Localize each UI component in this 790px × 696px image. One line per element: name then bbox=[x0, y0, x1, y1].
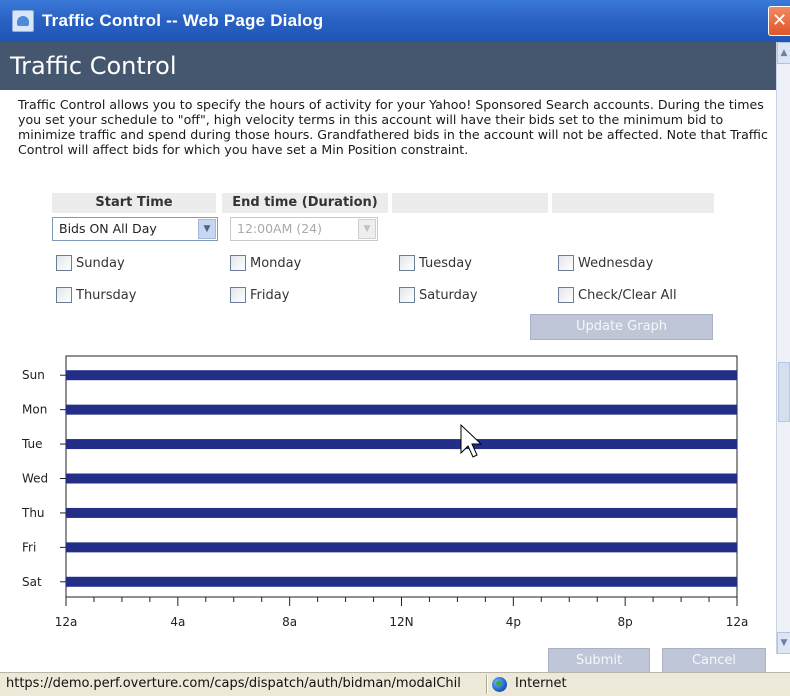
checkbox-friday[interactable]: Friday bbox=[230, 287, 289, 303]
y-tick-label: Fri bbox=[22, 540, 36, 554]
start-time-value: Bids ON All Day bbox=[59, 221, 157, 236]
checkbox-box[interactable] bbox=[230, 255, 246, 271]
chevron-down-icon: ▼ bbox=[358, 219, 376, 239]
scroll-down-icon[interactable]: ▼ bbox=[777, 632, 790, 654]
ie-page-icon bbox=[12, 10, 34, 32]
checkbox-box[interactable] bbox=[399, 287, 415, 303]
checkbox-box[interactable] bbox=[558, 287, 574, 303]
cancel-button[interactable]: Cancel bbox=[662, 648, 766, 674]
bar-sat bbox=[66, 576, 737, 587]
checkbox-box[interactable] bbox=[56, 255, 72, 271]
checkbox-box[interactable] bbox=[558, 255, 574, 271]
close-icon[interactable]: ✕ bbox=[768, 6, 790, 36]
bar-tue bbox=[66, 439, 737, 450]
checkbox-tuesday[interactable]: Tuesday bbox=[399, 255, 472, 271]
bar-thu bbox=[66, 507, 737, 518]
end-time-select: 12:00AM (24) ▼ bbox=[230, 217, 378, 241]
x-tick-label: 8a bbox=[282, 615, 297, 629]
scroll-thumb[interactable] bbox=[778, 362, 790, 422]
start-time-header: Start Time bbox=[52, 193, 216, 213]
y-tick-label: Wed bbox=[22, 472, 48, 486]
empty-header-3 bbox=[392, 193, 548, 213]
x-tick-label: 12N bbox=[389, 615, 413, 629]
checkbox-check-clear-all[interactable]: Check/Clear All bbox=[558, 287, 677, 303]
checkbox-sunday[interactable]: Sunday bbox=[56, 255, 125, 271]
security-zone: Internet bbox=[492, 673, 567, 695]
x-tick-label: 4p bbox=[506, 615, 521, 629]
checkbox-thursday[interactable]: Thursday bbox=[56, 287, 136, 303]
update-graph-button[interactable]: Update Graph bbox=[530, 314, 713, 340]
x-tick-label: 8p bbox=[618, 615, 633, 629]
window-title: Traffic Control -- Web Page Dialog bbox=[42, 11, 324, 30]
checkbox-label-monday: Monday bbox=[250, 255, 302, 271]
globe-icon bbox=[492, 676, 507, 692]
y-tick-label: Sun bbox=[22, 368, 45, 382]
status-url: https://demo.perf.overture.com/caps/disp… bbox=[6, 676, 461, 691]
checkbox-label-thursday: Thursday bbox=[76, 287, 137, 303]
checkbox-label-friday: Friday bbox=[250, 287, 290, 303]
checkbox-label-wednesday: Wednesday bbox=[578, 255, 654, 271]
checkbox-box[interactable] bbox=[399, 255, 415, 271]
checkbox-monday[interactable]: Monday bbox=[230, 255, 301, 271]
status-bar: https://demo.perf.overture.com/caps/disp… bbox=[0, 672, 790, 696]
checkbox-box[interactable] bbox=[230, 287, 246, 303]
checkbox-box[interactable] bbox=[56, 287, 72, 303]
scroll-up-icon[interactable]: ▲ bbox=[777, 42, 790, 64]
bar-sun bbox=[66, 370, 737, 381]
end-time-header: End time (Duration) bbox=[222, 193, 388, 213]
end-time-value: 12:00AM (24) bbox=[237, 221, 322, 236]
x-tick-label: 4a bbox=[170, 615, 185, 629]
checkbox-saturday[interactable]: Saturday bbox=[399, 287, 478, 303]
description-text: Traffic Control allows you to specify th… bbox=[18, 97, 768, 157]
chevron-down-icon[interactable]: ▼ bbox=[198, 219, 216, 239]
schedule-chart: Sun Mon Tue Wed Thu Fri Sat 12a 4a 8a 12N 4p 8p 12a bbox=[21, 355, 749, 629]
window-titlebar: Traffic Control -- Web Page Dialog ✕ bbox=[0, 0, 790, 42]
x-tick-label: 12a bbox=[726, 615, 749, 629]
bar-mon bbox=[66, 404, 737, 415]
checkbox-label-saturday: Saturday bbox=[419, 287, 478, 303]
y-tick-label: Sat bbox=[22, 575, 42, 589]
checkbox-wednesday[interactable]: Wednesday bbox=[558, 255, 653, 271]
checkbox-label-tuesday: Tuesday bbox=[419, 255, 472, 271]
x-tick-label: 12a bbox=[55, 615, 78, 629]
y-tick-label: Mon bbox=[22, 403, 47, 417]
y-tick-label: Thu bbox=[21, 506, 45, 520]
bar-wed bbox=[66, 473, 737, 484]
page-title: Traffic Control bbox=[0, 42, 776, 90]
start-time-select[interactable]: Bids ON All Day ▼ bbox=[52, 217, 218, 241]
vertical-scrollbar[interactable]: ▲ ▼ bbox=[776, 42, 790, 654]
submit-button[interactable]: Submit bbox=[548, 648, 650, 674]
status-divider bbox=[486, 675, 488, 694]
checkbox-label-sunday: Sunday bbox=[76, 255, 125, 271]
zone-label: Internet bbox=[515, 676, 567, 691]
checkbox-label-check-all: Check/Clear All bbox=[578, 287, 677, 303]
y-tick-label: Tue bbox=[21, 437, 43, 451]
empty-header-4 bbox=[552, 193, 714, 213]
bar-fri bbox=[66, 542, 737, 553]
